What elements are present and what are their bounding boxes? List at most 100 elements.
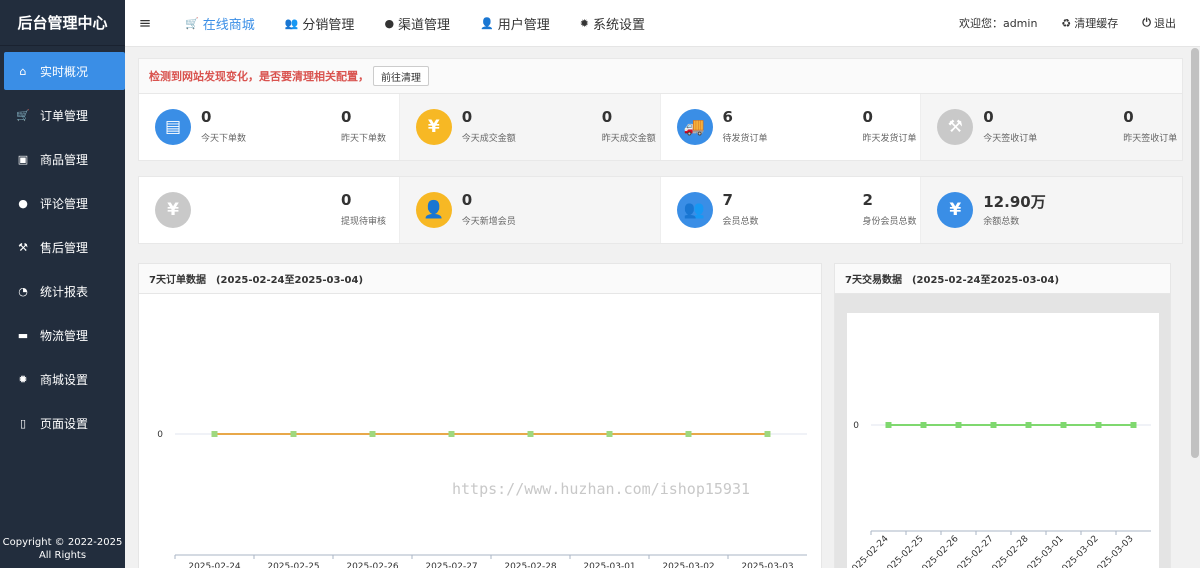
data-point: [211, 431, 218, 437]
chart-plot-area: [847, 313, 1159, 568]
stat-value: 0: [983, 108, 994, 126]
stat-label: 今天成交金额: [461, 134, 516, 144]
y-tick-label: 0: [853, 421, 859, 431]
chart-range: (2025-02-24至2025-03-04): [215, 275, 364, 286]
menu-toggle-icon[interactable]: ≡: [125, 14, 165, 32]
logout-label: 退出: [1154, 17, 1176, 30]
stat-card: ▤ 0 今天下单数 0 昨天下单数: [139, 94, 400, 160]
stat-value: 0: [341, 191, 352, 209]
data-point: [955, 422, 962, 428]
x-tick-label: 2025-03-01: [583, 562, 635, 568]
sidebar-item-label: 订单管理: [40, 108, 89, 123]
trade-line-chart: 02025-02-242025-02-252025-02-262025-02-2…: [847, 313, 1159, 568]
order-chart-panel: 7天订单数据 (2025-02-24至2025-03-04) 0 2025-02-…: [138, 263, 822, 568]
stat-value: 2: [862, 191, 873, 209]
stat-card: ⚒ 0 今天签收订单 0 昨天签收订单: [921, 94, 1182, 160]
clear-cache-label: 清理缓存: [1074, 17, 1119, 30]
gift-icon: ▣: [17, 152, 29, 166]
stat-label: 昨天签收订单: [1123, 134, 1178, 144]
top-nav-label: 系统设置: [593, 17, 646, 33]
user-icon: 👤: [415, 192, 452, 228]
top-nav-item[interactable]: 👥 分销管理: [285, 14, 355, 33]
main-content: 检测到网站发现变化，是否要清理相关配置， 前往清理 ▤ 0 今天下单数 0 昨天下单数 ¥…: [138, 58, 1183, 244]
sidebar-item[interactable]: ● 评论管理: [4, 184, 125, 222]
stat-value: 0: [601, 108, 613, 126]
stat-label: 今天下单数: [201, 134, 247, 144]
gear-icon: ✹: [579, 16, 589, 30]
data-point: [369, 431, 376, 437]
topbar: ≡ 🛒 在线商城 👥 分销管理 ● 渠道管理 👤 用户管理 ✹ 系统设置 欢迎您：admin ♻ 清…: [125, 0, 1200, 47]
top-nav-label: 用户管理: [497, 17, 550, 33]
stat-value: 7: [722, 191, 733, 209]
top-nav-item[interactable]: 👤 用户管理: [480, 14, 550, 33]
data-point: [527, 431, 534, 437]
sidebar-item[interactable]: ◔ 统计报表: [4, 272, 125, 310]
sidebar-item-label: 售后管理: [40, 240, 89, 255]
top-nav-item[interactable]: ✹ 系统设置: [580, 14, 645, 33]
sidebar-item[interactable]: ⚒ 售后管理: [4, 228, 125, 266]
users-icon: 👥: [284, 16, 299, 30]
logout-button[interactable]: ⏻ 退出: [1142, 15, 1176, 31]
yen-icon: ¥: [415, 109, 452, 145]
top-nav-label: 分销管理: [302, 17, 355, 33]
data-point: [990, 422, 997, 428]
top-nav-item[interactable]: ● 渠道管理: [384, 14, 450, 33]
x-tick-label: 2025-02-27: [425, 562, 477, 568]
cart-icon: 🛒: [16, 108, 30, 122]
copyright: Copyright © 2022-2025 All Rights: [0, 536, 125, 562]
x-tick-label: 2025-02-26: [346, 562, 399, 568]
sidebar-item[interactable]: ▯ 页面设置: [4, 404, 125, 442]
sidebar: 后台管理中心 ⌂ 实时概况 🛒 订单管理 ▣ 商品管理 ● 评论管理 ⚒ 售后管理 ◔ 统计报表 ▬ 物流…: [0, 0, 125, 568]
chart-title: 7天订单数据: [149, 275, 206, 286]
top-right-actions: 欢迎您：admin ♻ 清理缓存 ⏻ 退出: [959, 15, 1200, 31]
stat-card: ¥0 今天成交金额 0 昨天成交金额: [399, 94, 661, 160]
stat-label: 昨天发货订单: [862, 134, 917, 144]
stat-value: 0: [341, 108, 352, 126]
data-point: [885, 422, 892, 428]
data-point: [1130, 422, 1137, 428]
brand-title: 后台管理中心: [0, 0, 125, 46]
sidebar-item-label: 实时概况: [40, 64, 89, 79]
top-nav-label: 渠道管理: [398, 17, 451, 33]
clear-cache-button[interactable]: ♻ 清理缓存: [1061, 15, 1118, 31]
users-icon: 👥: [676, 192, 713, 228]
stat-value: 6: [722, 108, 733, 126]
sidebar-item[interactable]: ✹ 商城设置: [4, 360, 125, 398]
stat-card: 👥 7 会员总数 2 身份会员总数: [661, 177, 922, 243]
pie-chart-icon: ◔: [18, 284, 28, 298]
comment-icon: ●: [18, 196, 28, 210]
data-point: [290, 431, 297, 437]
stat-card: 👤 0 今天新增会员: [399, 177, 661, 243]
x-tick-label: 2025-03-03: [741, 562, 793, 568]
x-tick-label: 2025-02-24: [188, 562, 241, 568]
data-point: [1060, 422, 1067, 428]
stat-label: 今天签收订单: [983, 134, 1038, 144]
sidebar-item-label: 统计报表: [40, 284, 89, 299]
go-clear-button[interactable]: 前往清理: [373, 66, 429, 86]
sidebar-item[interactable]: ⌂ 实时概况: [4, 52, 125, 90]
sidebar-item[interactable]: 🛒 订单管理: [4, 96, 125, 134]
stat-card: ¥12.90万 余额总数: [921, 177, 1182, 243]
welcome-text: 欢迎您：admin: [958, 17, 1038, 30]
yen-icon: ¥: [155, 192, 191, 228]
data-point: [920, 422, 927, 428]
data-point: [606, 431, 613, 437]
stat-label: 昨天下单数: [341, 134, 387, 144]
top-nav-item[interactable]: 🛒 在线商城: [185, 14, 255, 33]
watermark: https://www.huzhan.com/ishop15931: [452, 480, 751, 498]
copyright-line: Copyright © 2022-2025: [2, 537, 123, 548]
recycle-icon: ♻: [1061, 16, 1072, 30]
sidebar-item[interactable]: ▣ 商品管理: [4, 140, 125, 178]
gavel-icon: ⚒: [18, 240, 28, 254]
sidebar-item-label: 商品管理: [40, 152, 89, 167]
data-point: [1025, 422, 1032, 428]
scrollbar-thumb[interactable]: [1191, 48, 1199, 458]
stat-label: 昨天成交金额: [601, 134, 656, 144]
truck-icon: 🚚: [676, 109, 713, 145]
alert-text: 检测到网站发现变化，是否要清理相关配置，: [149, 70, 369, 83]
gavel-icon: ⚒: [937, 109, 974, 145]
panel-header: 7天交易数据 (2025-02-24至2025-03-04): [835, 264, 1170, 294]
data-point: [764, 431, 771, 437]
sidebar-item[interactable]: ▬ 物流管理: [4, 316, 125, 354]
document-copy-icon: ▤: [155, 109, 191, 145]
